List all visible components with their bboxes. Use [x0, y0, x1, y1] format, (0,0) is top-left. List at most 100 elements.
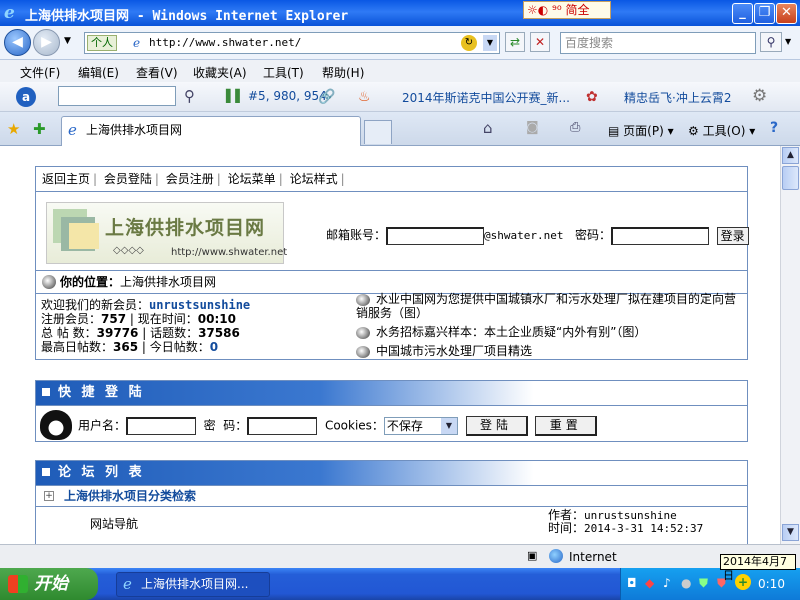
menu-view[interactable]: 查看(V) — [136, 64, 178, 81]
today-count: 0 — [209, 340, 219, 354]
scroll-down-icon[interactable]: ▼ — [782, 524, 799, 541]
email-domain: @shwater.net — [484, 229, 564, 242]
favorites-star-icon[interactable]: ★ — [7, 120, 20, 138]
menu-edit[interactable]: 编辑(E) — [78, 64, 119, 81]
tab-active[interactable]: e 上海供排水项目网 — [61, 116, 361, 146]
menu-favorites[interactable]: 收藏夹(A) — [193, 64, 247, 81]
toolbar-link-snooker[interactable]: 2014年斯诺克中国公开赛_新... — [402, 89, 570, 106]
current-time: 00:10 — [197, 312, 236, 326]
cookies-select[interactable]: 不保存 ▼ — [383, 417, 458, 435]
menu-help[interactable]: 帮助(H) — [322, 64, 364, 81]
site-logo[interactable]: 上海供排水项目网 ◇◇◇◇ http://www.shwater.net — [46, 202, 287, 264]
newest-member[interactable]: unrustsunshine — [149, 298, 250, 312]
refresh-icon[interactable]: ⇄ — [505, 32, 525, 52]
toolbar-search-input[interactable] — [58, 86, 176, 106]
news-item[interactable]: 水务招标嘉兴样本：本土企业质疑“内外有别”（图） — [376, 325, 646, 339]
logo-dots: ◇◇◇◇ — [113, 245, 144, 256]
vertical-scrollbar[interactable]: ▲ ▼ — [780, 146, 800, 544]
recent-pages-icon[interactable]: ▼ — [64, 36, 71, 46]
compat-icon[interactable]: ↻ — [461, 35, 477, 51]
add-favorite-icon[interactable]: ✚ — [33, 120, 46, 138]
date-tooltip: 2014年4月7日 — [720, 554, 796, 582]
forward-button[interactable]: ▶ — [33, 29, 60, 56]
login-button[interactable]: 登录 — [716, 226, 749, 245]
minimize-button[interactable]: _ — [732, 3, 753, 24]
toolbar-search-icon[interactable]: ⚲ — [184, 87, 195, 105]
url-text[interactable]: http://www.shwater.net/ — [149, 33, 301, 53]
author-label: 作者： — [548, 508, 585, 522]
menu-file[interactable]: 文件(F) — [20, 64, 60, 81]
close-button[interactable]: ✕ — [776, 3, 797, 24]
new-tab-button[interactable] — [364, 120, 392, 144]
location-label: 你的位置： — [60, 275, 121, 289]
visit-count[interactable]: #5, 980, 954 — [248, 89, 327, 103]
taskbar-item-ie[interactable]: e 上海供排水项目网... — [116, 572, 270, 597]
news-item[interactable]: 中国城市污水处理厂项目精选 — [376, 344, 532, 358]
quick-password-field[interactable] — [247, 417, 318, 435]
maximize-button[interactable]: ❐ — [754, 3, 775, 24]
scroll-thumb[interactable] — [782, 166, 799, 190]
nav-forum-style[interactable]: 论坛样式 — [290, 172, 338, 186]
username-field[interactable] — [126, 417, 197, 435]
tools-menu[interactable]: ⚙ 工具(O) ▾ — [688, 122, 755, 139]
title-bar: e 上海供排水项目网 - Windows Internet Explorer ☼… — [0, 0, 800, 26]
page-icon: e — [133, 36, 141, 50]
page-menu[interactable]: ▤ 页面(P) ▾ — [608, 122, 674, 139]
maxday-label: 最高日帖数： — [41, 340, 114, 354]
chevron-down-icon[interactable]: ▼ — [440, 418, 457, 434]
topics-label: 话题数： — [150, 326, 199, 340]
address-bar[interactable]: 个人 e http://www.shwater.net/ ↻ ▼ — [84, 32, 500, 54]
nav-forum-menu[interactable]: 论坛菜单 — [228, 172, 276, 186]
news-icon[interactable]: ✿ — [586, 89, 598, 105]
stop-icon[interactable]: ✕ — [530, 32, 550, 52]
home-icon[interactable]: ⌂ — [483, 119, 493, 137]
status-lock-icon: ▣ — [527, 549, 538, 562]
link-icon[interactable]: 🔗 — [318, 89, 335, 105]
nav-register[interactable]: 会员注册 — [166, 172, 214, 186]
reg-label: 注册会员： — [41, 312, 102, 326]
ie-icon: e — [4, 3, 15, 23]
password-field[interactable] — [610, 226, 709, 245]
feeds-icon[interactable]: ◙ — [526, 120, 539, 135]
nav-home[interactable]: 返回主页 — [42, 172, 90, 186]
expand-icon[interactable]: + — [44, 491, 54, 501]
tools-menu-label[interactable]: 工具(O) — [703, 124, 746, 138]
print-icon[interactable]: ⎙ — [570, 120, 580, 135]
help-icon[interactable]: ? — [770, 120, 778, 136]
board-name[interactable]: 网站导航 — [90, 515, 138, 532]
toolbar-link-yuefei[interactable]: 精忠岳飞·冲上云霄2 — [624, 89, 731, 106]
last-author[interactable]: unrustsunshine — [584, 509, 677, 522]
taskbar-clock[interactable]: 0:10 — [758, 577, 785, 591]
search-input[interactable]: 百度搜索 — [560, 32, 756, 54]
tray-network-icon[interactable]: ◘ — [627, 576, 637, 590]
address-dropdown-icon[interactable]: ▼ — [483, 35, 497, 51]
logo-title: 上海供排水项目网 — [105, 217, 266, 239]
category-title[interactable]: 上海供排水项目分类检索 — [64, 489, 196, 503]
search-icon[interactable]: ⚲ — [760, 32, 782, 52]
ime-mode[interactable]: 简全 — [565, 3, 589, 17]
tray-shield-icon[interactable]: ⛊ — [699, 576, 708, 591]
reset-button[interactable]: 重置 — [535, 416, 598, 436]
breadcrumb: 你的位置：上海供排水项目网 — [35, 270, 748, 294]
email-field[interactable] — [386, 226, 485, 245]
tray-volume-icon[interactable]: ♪ — [663, 576, 671, 590]
toolbar-logo-icon[interactable]: a — [16, 87, 36, 107]
scroll-up-icon[interactable]: ▲ — [782, 147, 799, 164]
forum-category[interactable]: + 上海供排水项目分类检索 — [36, 485, 747, 507]
menu-tools[interactable]: 工具(T) — [263, 64, 304, 81]
news-item[interactable]: 水业中国网为您提供中国城镇水厂和污水处理厂拟在建项目的定向营销服务（图） — [356, 292, 736, 320]
tray-plus-icon[interactable]: + — [735, 574, 751, 590]
fire-icon[interactable]: ♨ — [358, 89, 371, 105]
location-value[interactable]: 上海供排水项目网 — [120, 275, 216, 289]
nav-member-login[interactable]: 会员登陆 — [104, 172, 152, 186]
tray-app-icon[interactable]: ● — [681, 576, 691, 590]
settings-gear-icon[interactable]: ⚙ — [752, 86, 767, 106]
persona-button[interactable]: 个人 — [87, 35, 117, 51]
back-button[interactable]: ◀ — [4, 29, 31, 56]
tray-security-icon[interactable]: ◆ — [645, 576, 654, 590]
quick-login-button[interactable]: 登陆 — [465, 416, 528, 436]
search-options-icon[interactable]: ▼ — [785, 37, 791, 46]
start-button[interactable]: 开始 — [0, 568, 98, 600]
page-menu-label[interactable]: 页面(P) — [623, 124, 664, 138]
ime-toolbar[interactable]: ☼◐ ⁹⁰ 简全 — [523, 1, 611, 19]
